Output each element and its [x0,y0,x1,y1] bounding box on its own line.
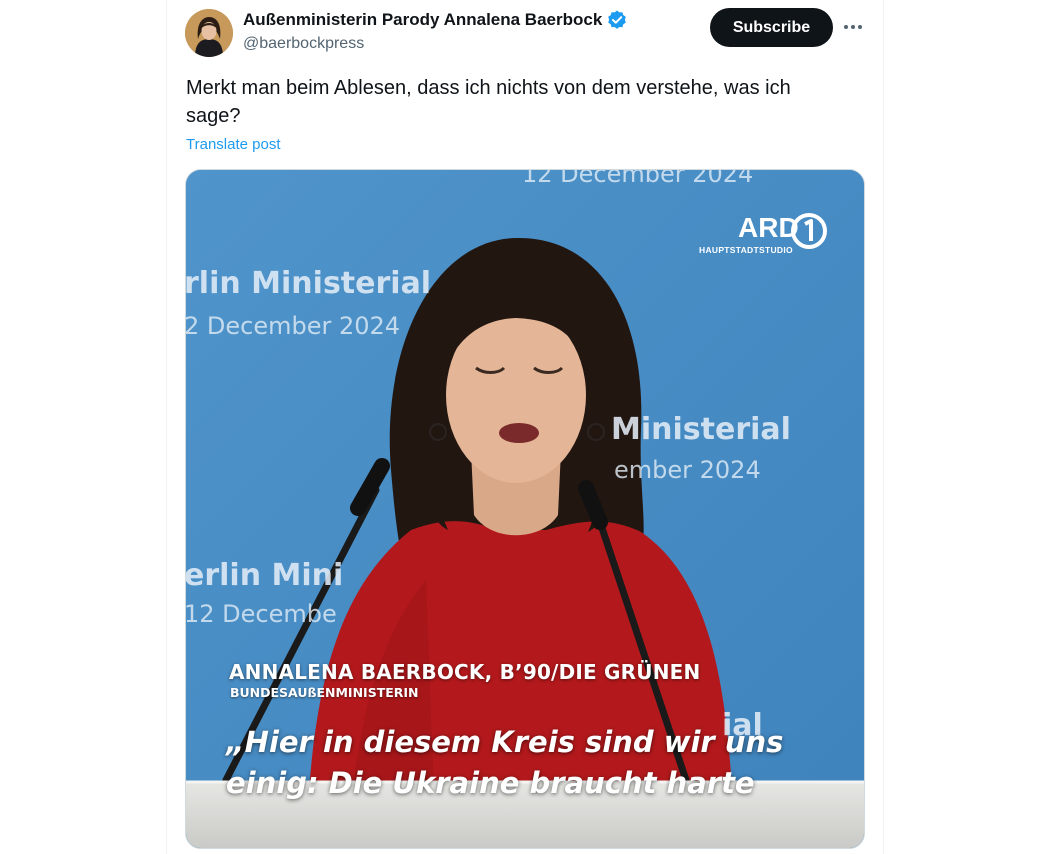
subscribe-button[interactable]: Subscribe [710,8,833,47]
backdrop-text: 2 December 2024 [185,312,401,340]
ard-logo-subtext: HAUPTSTADTSTUDIO [699,245,793,255]
ard-one-icon [791,213,827,249]
translate-post-link[interactable]: Translate post [186,136,281,153]
backdrop-text: erlin Mini [185,558,344,593]
backdrop-text: rlin Ministerial [185,266,432,301]
backdrop-text: ember 2024 [614,456,761,484]
author-avatar[interactable] [185,9,233,57]
verified-badge-icon [606,9,628,31]
video-subtitle-line: einig: Die Ukraine braucht harte [226,766,755,800]
video-player[interactable]: 12 December 2024 rlin Ministerial 2 Dece… [185,169,865,849]
post-text: Merkt man beim Ablesen, dass ich nichts … [186,77,791,127]
backdrop-text-top: 12 December 2024 [522,169,754,188]
lower-third-title: BUNDESAUßENMINISTERIN [230,685,419,700]
backdrop-text: 12 Decembe [185,600,337,628]
lower-third-name: ANNALENA BAERBOCK, B’90/DIE GRÜNEN [229,660,701,684]
backdrop-text: Ministerial [611,412,791,447]
author-block: Außenministerin Parody Annalena Baerbock… [243,9,628,53]
author-display-name[interactable]: Außenministerin Parody Annalena Baerbock [243,10,602,30]
video-subtitle-line: „Hier in diesem Kreis sind wir uns [226,725,784,759]
ard-hauptstadtstudio-logo: ARD HAUPTSTADTSTUDIO [698,212,833,262]
more-horizontal-icon[interactable] [840,14,866,40]
author-handle[interactable]: @baerbockpress [243,35,628,53]
